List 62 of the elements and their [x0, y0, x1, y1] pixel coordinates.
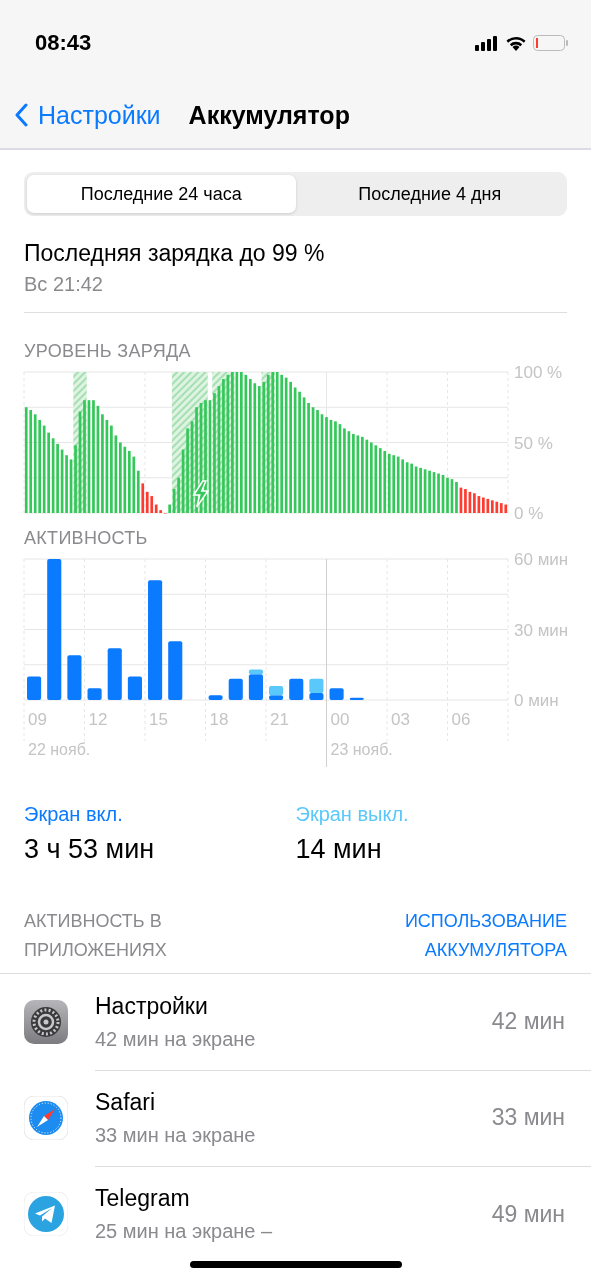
axis-label: 0 %: [514, 504, 544, 520]
app-detail: 42 мин на экране: [95, 1027, 256, 1051]
section-header: АКТИВНОСТЬ В ПРИЛОЖЕНИЯХ: [24, 910, 168, 962]
chevron-left-icon: [14, 103, 28, 127]
date-label: 22 нояб.: [28, 741, 91, 758]
total-label: Экран вкл.: [24, 803, 124, 826]
total-value: 3 ч 53 мин: [24, 834, 156, 865]
bar: [87, 688, 102, 700]
axis-label: 30 мин: [514, 620, 569, 640]
date-label: 23 нояб.: [330, 741, 393, 758]
axis-label: 18: [209, 710, 229, 729]
app-name: Настройки: [95, 992, 209, 1020]
usage-time: 49 мин: [491, 1200, 565, 1228]
axis-label: 100 %: [514, 364, 563, 382]
segment-tab[interactable]: Последние 24 часа: [27, 175, 296, 213]
bar: [228, 678, 243, 700]
status-time: 08:43: [35, 30, 92, 56]
axis-label: 00: [330, 710, 350, 729]
back-button[interactable]: Настройки: [14, 100, 161, 130]
charging-bolt-icon: [192, 480, 210, 508]
chart-title: АКТИВНОСТЬ: [24, 528, 149, 549]
app-row[interactable]: Safari 33 мин на экране 33 мин: [0, 1070, 591, 1166]
app-detail: 33 мин на экране: [95, 1123, 256, 1147]
segment-tab[interactable]: Последние 4 дня: [295, 175, 564, 213]
axis-label: 03: [391, 710, 410, 729]
axis-label: 12: [88, 710, 108, 729]
paper-plane-icon: [24, 1192, 68, 1236]
app-detail: 25 мин на экране –: [95, 1220, 273, 1243]
gear-icon: [24, 1000, 68, 1044]
app-name: Telegram: [95, 1185, 191, 1212]
battery-usage-link[interactable]: ИСПОЛЬЗОВАНИЕ АККУМУЛЯТОРА: [357, 907, 567, 965]
total-label: Экран выкл.: [295, 803, 410, 826]
bar: [27, 676, 42, 700]
last-charge-title: Последняя зарядка до 99 %: [24, 240, 326, 267]
axis-label: 21: [270, 710, 289, 729]
axis-label: 60 мин: [514, 551, 569, 569]
total-value: 14 мин: [295, 834, 383, 865]
bar: [107, 648, 122, 700]
axis-label: 50 %: [514, 433, 553, 453]
axis-label: 15: [149, 710, 168, 729]
usage-time: 42 мин: [491, 1008, 565, 1035]
compass-icon: [24, 1096, 68, 1140]
bar: [329, 688, 344, 700]
app-row[interactable]: Telegram 25 мин на экране – 49 мин: [0, 1166, 591, 1262]
bar: [208, 695, 223, 700]
axis-label: 0 мин: [514, 691, 559, 710]
usage-time: 33 мин: [491, 1104, 565, 1131]
wifi-icon: [505, 35, 527, 51]
battery-icon: [533, 34, 569, 52]
signal-icon: [475, 35, 499, 51]
app-row[interactable]: Настройки 42 мин на экране 42 мин: [0, 974, 591, 1070]
bar: [289, 678, 304, 700]
bar: [67, 655, 82, 700]
bar: [168, 641, 183, 700]
bar: [127, 676, 142, 700]
axis-label: 09: [28, 710, 47, 729]
screen-title: Аккумулятор: [188, 100, 350, 130]
last-charge-time: Вс 21:42: [24, 273, 104, 296]
chart-title: УРОВЕНЬ ЗАРЯДА: [24, 341, 192, 362]
bar: [349, 697, 364, 700]
axis-label: 06: [451, 710, 471, 729]
app-name: Safari: [95, 1088, 157, 1116]
